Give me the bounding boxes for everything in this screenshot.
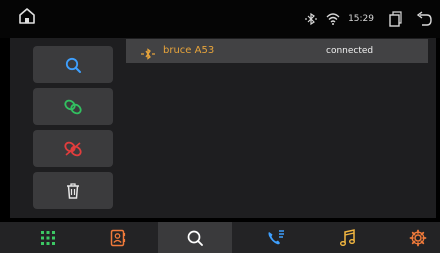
search-icon (187, 230, 203, 246)
tab-bluetooth-search[interactable] (158, 222, 232, 253)
contacts-icon (110, 229, 126, 246)
bluetooth-icon (304, 12, 318, 26)
device-name: bruce A53 (163, 45, 215, 56)
bluetooth-device-icon (140, 45, 156, 64)
tab-contacts[interactable] (100, 222, 136, 253)
device-connection-status: connected (326, 46, 374, 56)
tab-music[interactable] (330, 222, 366, 253)
search-icon (65, 57, 81, 73)
dialpad-icon (41, 230, 55, 245)
music-icon (340, 228, 355, 246)
delete-button[interactable] (33, 172, 113, 209)
bottom-nav (0, 222, 440, 253)
recent-apps-icon[interactable] (388, 11, 402, 27)
disconnect-button[interactable] (33, 130, 113, 167)
trash-icon (67, 182, 79, 199)
home-icon[interactable] (18, 7, 36, 25)
wifi-icon (326, 12, 340, 26)
link-icon (64, 99, 82, 114)
back-icon[interactable] (416, 11, 432, 27)
clock-time: 15:29 (348, 14, 374, 24)
tab-settings[interactable] (400, 222, 436, 253)
paired-device-row[interactable]: bruce A53 connected (126, 39, 428, 63)
status-bar: 15:29 (0, 0, 440, 38)
call-log-icon (268, 229, 284, 244)
connect-button[interactable] (33, 88, 113, 125)
unlink-icon (64, 141, 82, 156)
settings-icon (409, 229, 427, 246)
tab-dialpad[interactable] (30, 222, 66, 253)
search-button[interactable] (33, 46, 113, 83)
tab-call-log[interactable] (258, 222, 294, 253)
